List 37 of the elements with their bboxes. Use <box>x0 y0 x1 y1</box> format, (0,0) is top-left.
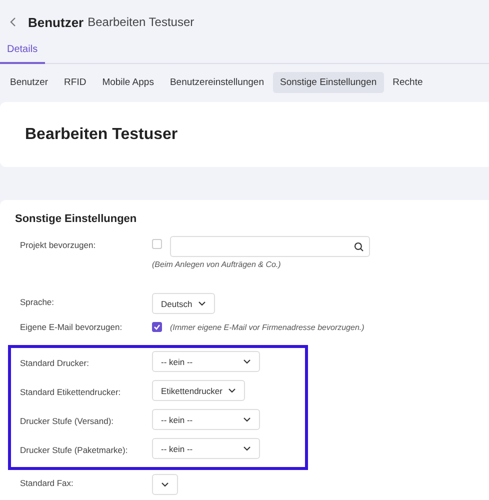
subtab[interactable]: Benutzer <box>3 72 56 93</box>
subtab[interactable]: RFID <box>57 72 94 93</box>
select-field[interactable] <box>152 474 178 495</box>
chevron-down-icon <box>243 417 251 422</box>
subtab[interactable]: Rechte <box>386 72 430 93</box>
page-title: Benutzer <box>28 14 84 30</box>
page-subtitle: Bearbeiten Testuser <box>88 15 194 29</box>
field-label: Standard Drucker: <box>20 357 90 368</box>
select-field[interactable]: -- kein -- <box>152 351 260 372</box>
field-label: Drucker Stufe (Paketmarke): <box>20 444 129 455</box>
search-icon <box>354 242 364 252</box>
select-field[interactable]: Deutsch <box>152 293 216 314</box>
chevron-down-icon <box>161 482 169 487</box>
field-label: Sprache: <box>20 296 56 307</box>
chevron-down-icon <box>243 359 251 364</box>
checkbox[interactable] <box>152 322 162 332</box>
select-field[interactable]: -- kein -- <box>152 409 260 430</box>
chevron-down-icon <box>243 446 251 451</box>
field-label: Drucker Stufe (Versand): <box>20 415 115 426</box>
subtab[interactable]: Benutzereinstellungen <box>162 72 271 93</box>
section-title: Sonstige Einstellungen <box>14 213 138 225</box>
field-label: Projekt bevorzugen: <box>20 239 97 250</box>
hint-text: (Immer eigene E-Mail vor Firmenadresse bevorzugen.) <box>170 322 364 332</box>
tab[interactable]: Details <box>0 38 45 64</box>
select-field[interactable]: -- kein -- <box>152 438 260 459</box>
search-field[interactable] <box>170 236 370 257</box>
select-field[interactable]: Etikettendrucker <box>152 380 246 401</box>
back-icon[interactable] <box>10 17 16 27</box>
field-label: Standard Fax: <box>20 477 74 488</box>
hint-text: (Beim Anlegen von Aufträgen & Co.) <box>152 260 282 269</box>
chevron-down-icon <box>228 388 236 393</box>
chevron-down-icon <box>198 301 206 306</box>
subtab[interactable]: Mobile Apps <box>95 72 161 93</box>
subtab[interactable]: Sonstige Einstellungen <box>272 72 384 93</box>
field-label: Eigene E-Mail bevorzugen: <box>20 322 124 332</box>
card-title: Bearbeiten Testuser <box>25 126 178 144</box>
field-label: Standard Etikettendrucker: <box>20 386 122 397</box>
